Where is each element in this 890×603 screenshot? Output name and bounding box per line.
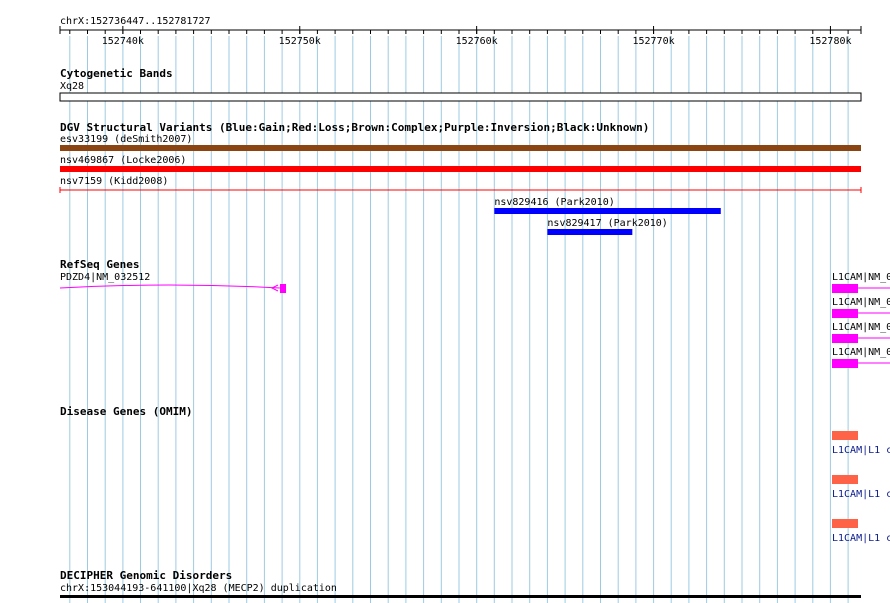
- gene-pdzd4[interactable]: PDZD4|NM_032512: [59, 272, 286, 293]
- major-ticks: 152740k 152750k 152760k 152770k 152780k: [102, 26, 852, 47]
- dgv-feature-label: nsv829417 (Park2010): [547, 218, 667, 229]
- position-readout: chrX:152736447..152781727: [60, 16, 211, 27]
- dgv-feature-label: nsv829416 (Park2010): [494, 197, 614, 208]
- cytoband-track-title: Cytogenetic Bands: [60, 67, 173, 80]
- refseq-track[interactable]: RefSeq Genes PDZD4|NM_032512 L1CAM|NM_0L…: [59, 258, 890, 368]
- dgv-feature-bar[interactable]: [60, 166, 861, 172]
- decipher-feature-label: chrX:153044193-641100|Xq28 (MECP2) dupli…: [60, 583, 337, 594]
- dgv-track[interactable]: DGV Structural Variants (Blue:Gain;Red:L…: [59, 121, 862, 235]
- dgv-feature-label: esv33199 (deSmith2007): [60, 134, 192, 145]
- dgv-features[interactable]: esv33199 (deSmith2007) nsv469867 (Locke20…: [59, 134, 862, 235]
- omim-track-title: Disease Genes (OMIM): [60, 405, 192, 418]
- gene-l1cam-label: L1CAM|NM_0: [832, 347, 890, 358]
- dgv-feature-label: nsv469867 (Locke2006): [60, 155, 186, 166]
- major-tick-label: 152770k: [632, 36, 674, 47]
- dgv-feature-bar[interactable]: [547, 229, 633, 235]
- dgv-feature-bar[interactable]: [494, 208, 721, 214]
- decipher-feature-bar[interactable]: [60, 595, 861, 598]
- minor-ticks: [69, 30, 849, 34]
- omim-feature-bar[interactable]: [832, 519, 858, 528]
- omim-feature-bar[interactable]: [832, 475, 858, 484]
- major-tick-label: 152780k: [809, 36, 851, 47]
- gene-l1cam-exon[interactable]: [832, 284, 858, 293]
- gene-l1cam-label: L1CAM|NM_0: [832, 272, 890, 283]
- genome-browser-view[interactable]: chrX:152736447..152781727 152740k 152750k…: [0, 0, 890, 603]
- cytoband-bar[interactable]: [59, 92, 862, 102]
- gene-pdzd4-label: PDZD4|NM_032512: [60, 272, 150, 283]
- scale-ruler: 152740k 152750k 152760k 152770k 152780k: [59, 26, 862, 47]
- cytoband-label: Xq28: [60, 81, 84, 92]
- omim-feature-link[interactable]: L1CAM|L1 c: [832, 533, 890, 544]
- omim-feature-link[interactable]: L1CAM|L1 c: [832, 489, 890, 500]
- gene-l1cam-label: L1CAM|NM_0: [832, 322, 890, 333]
- major-tick-label: 152750k: [279, 36, 321, 47]
- omim-track[interactable]: Disease Genes (OMIM) L1CAM|L1 cL1CAM|L1 …: [60, 405, 890, 544]
- omim-features[interactable]: L1CAM|L1 c L1CAM|L1 c L1CAM|L1 c: [832, 431, 890, 544]
- gene-l1cam-exon[interactable]: [832, 359, 858, 368]
- gene-l1cam-label: L1CAM|NM_0: [832, 297, 890, 308]
- dgv-feature-bar[interactable]: [60, 145, 861, 151]
- dgv-feature-label: nsv7159 (Kidd2008): [60, 176, 168, 187]
- omim-feature-bar[interactable]: [832, 431, 858, 440]
- major-tick-label: 152740k: [102, 36, 144, 47]
- dgv-track-title: DGV Structural Variants (Blue:Gain;Red:L…: [60, 121, 649, 134]
- cytoband-track[interactable]: Cytogenetic Bands Xq28: [59, 67, 862, 102]
- l1cam-transcripts[interactable]: L1CAM|NM_0 L1CAM|NM_0 L1CAM|NM_0 L1CAM|NM_0: [832, 272, 890, 368]
- gene-pdzd4-exon: [280, 284, 286, 293]
- decipher-track-title: DECIPHER Genomic Disorders: [60, 569, 232, 582]
- refseq-track-title: RefSeq Genes: [60, 258, 139, 271]
- gene-l1cam-exon[interactable]: [832, 309, 858, 318]
- major-tick-label: 152760k: [456, 36, 498, 47]
- omim-feature-link[interactable]: L1CAM|L1 c: [832, 445, 890, 456]
- gene-l1cam-exon[interactable]: [832, 334, 858, 343]
- decipher-track[interactable]: DECIPHER Genomic Disorders chrX:15304419…: [60, 569, 861, 598]
- genome-browser-canvas[interactable]: chrX:152736447..152781727 152740k 152750k…: [0, 0, 890, 603]
